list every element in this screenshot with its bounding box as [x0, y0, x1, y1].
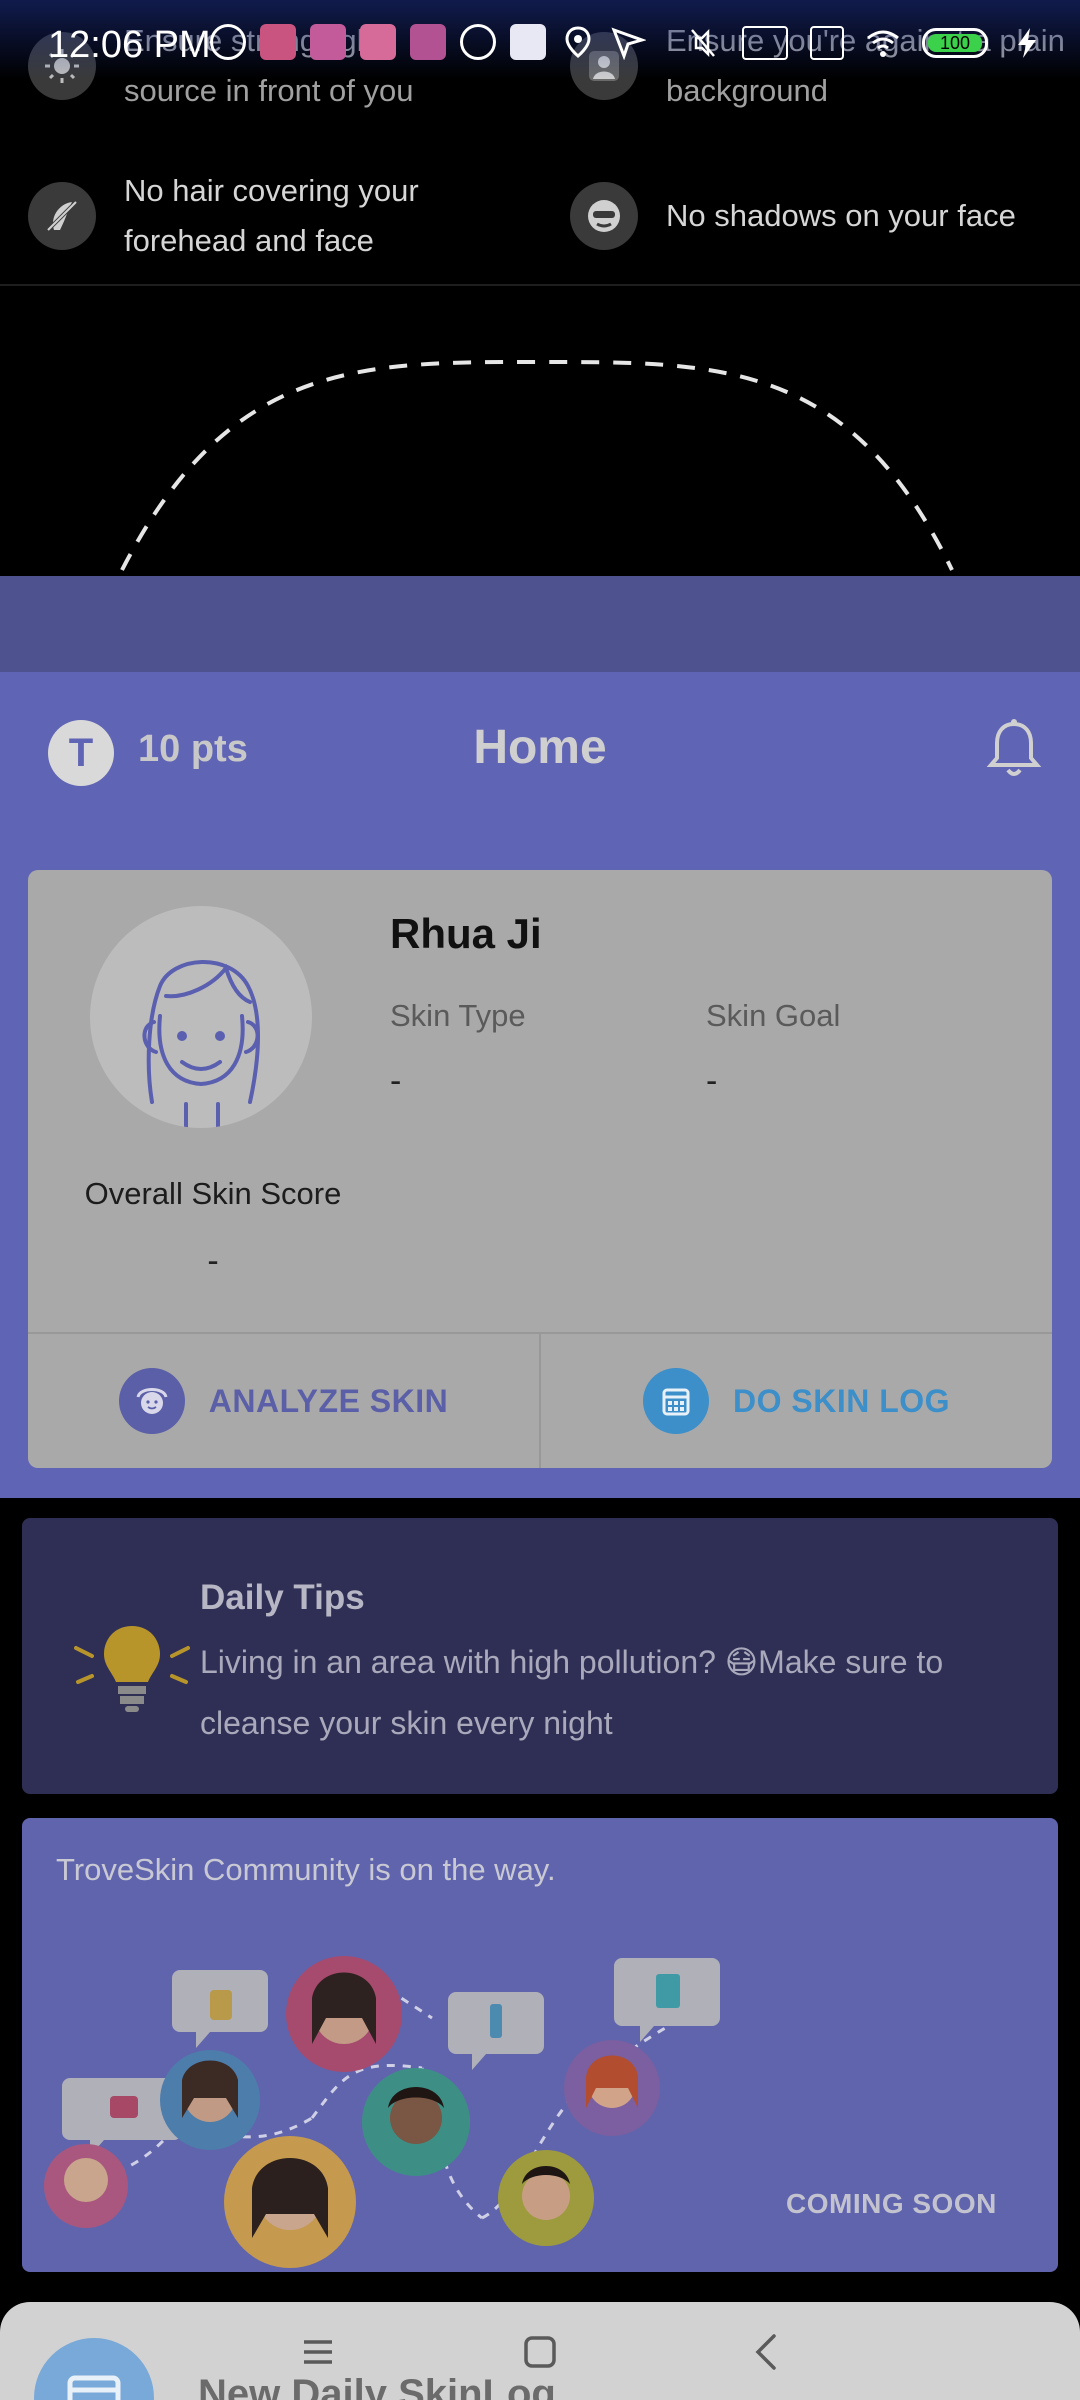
mute-icon — [686, 26, 720, 60]
skin-score-value: - — [207, 1242, 219, 1280]
status-time: 12:06 PM — [48, 24, 211, 66]
avatar — [90, 906, 312, 1128]
sim-icon — [810, 26, 844, 60]
bell-icon[interactable] — [984, 718, 1044, 782]
battery-level: 100 — [928, 33, 982, 53]
battery-icon: 100 — [922, 28, 988, 58]
no-hair-icon — [28, 182, 96, 250]
app-screen: Ensure strong light source in front of y… — [0, 0, 1080, 2400]
community-title: TroveSkin Community is on the way. — [56, 1852, 556, 1887]
community-card[interactable]: TroveSkin Community is on the way. COMIN… — [22, 1818, 1058, 2272]
skin-log-fab[interactable] — [34, 2338, 154, 2400]
tip-hair: No hair covering your forehead and face — [28, 166, 504, 266]
profile-card: Rhua Ji Skin Type - Skin Goal - Overall … — [28, 870, 1052, 1468]
face-scan-icon — [118, 1368, 185, 1434]
status-bar: 12:06 PM 100 — [0, 0, 1080, 92]
charging-icon — [1010, 26, 1044, 60]
app-icon — [410, 24, 446, 60]
calendar-icon — [642, 1368, 709, 1434]
at-icon — [460, 24, 496, 60]
tip-shadow-text: No shadows on your face — [666, 198, 1016, 233]
do-skin-log-button[interactable]: DO SKIN LOG — [541, 1334, 1052, 1468]
analyze-skin-label: ANALYZE SKIN — [208, 1382, 449, 1419]
analyze-skin-button[interactable]: ANALYZE SKIN — [28, 1334, 539, 1468]
coming-soon-badge: COMING SOON — [786, 2188, 997, 2219]
recents-icon[interactable] — [296, 2330, 340, 2374]
location-icon — [560, 24, 596, 60]
navigation-icon — [610, 24, 647, 61]
camera-preview — [0, 290, 1080, 576]
daily-skinlog-title: New Daily SkinLog — [198, 2372, 556, 2400]
outlook-icon — [210, 24, 246, 60]
download-icon — [510, 24, 546, 60]
divider — [0, 284, 1080, 286]
app-icon — [360, 24, 396, 60]
wifi-icon — [866, 26, 900, 60]
profile-name: Rhua Ji — [390, 910, 542, 957]
skin-goal-value: - — [706, 1062, 718, 1100]
app-icon — [310, 24, 346, 60]
back-icon[interactable] — [746, 2330, 790, 2374]
navigation-bar: New Daily SkinLog — [0, 2302, 1080, 2400]
notification-icons — [210, 24, 647, 61]
skin-score-label: Overall Skin Score — [84, 1176, 342, 1211]
mi-icon — [260, 24, 296, 60]
daily-tips-card: Daily Tips Living in an area with high p… — [22, 1518, 1058, 1794]
skin-type-value: - — [390, 1062, 402, 1100]
tip-shadow: No shadows on your face — [570, 182, 1080, 250]
system-icons: 100 — [686, 26, 1044, 60]
face-illustration — [142, 960, 260, 1128]
skin-goal-label: Skin Goal — [706, 998, 841, 1033]
do-skin-log-label: DO SKIN LOG — [732, 1382, 951, 1419]
home-icon[interactable] — [518, 2330, 562, 2374]
lightbulb-icon — [74, 1626, 190, 1712]
daily-tips-text: Living in an area with high pollution? 😷… — [200, 1644, 944, 1741]
calendar-icon — [67, 2375, 121, 2400]
bottom-sheet-handle-area — [0, 576, 1080, 672]
volte-icon — [742, 26, 788, 60]
skin-type-label: Skin Type — [390, 998, 526, 1033]
no-shadow-icon — [570, 182, 638, 250]
tip-hair-text: No hair covering your forehead and face — [124, 173, 419, 258]
daily-tips-title: Daily Tips — [200, 1578, 365, 1617]
page-title: Home — [473, 721, 607, 774]
face-guide-outline — [120, 359, 954, 571]
